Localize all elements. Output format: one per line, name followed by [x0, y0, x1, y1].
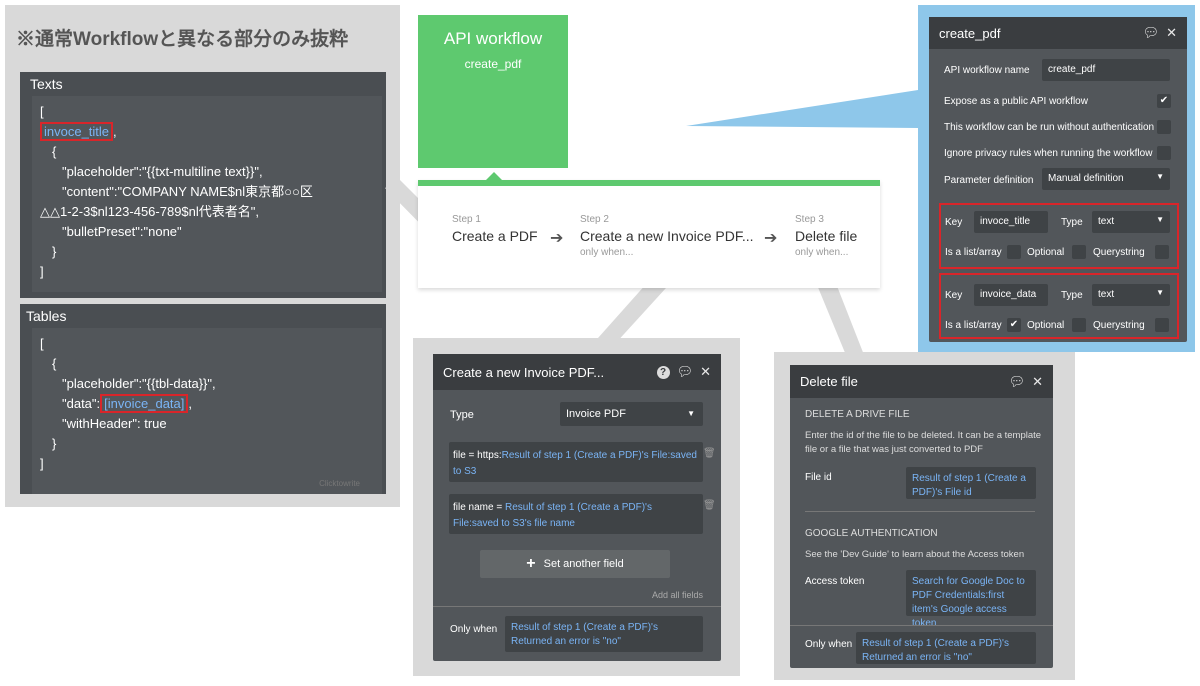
- list-checkbox[interactable]: [1007, 245, 1021, 259]
- type-label: Type: [450, 409, 474, 421]
- help-icon[interactable]: ?: [656, 365, 670, 379]
- step-num: Step 2: [580, 214, 609, 225]
- step-cond: only when...: [795, 247, 849, 258]
- key-input[interactable]: invoice_data: [974, 284, 1048, 306]
- add-all-fields-link[interactable]: Add all fields: [652, 590, 703, 600]
- section-google-auth: GOOGLE AUTHENTICATION: [805, 528, 938, 539]
- list-label: Is a list/array: [945, 247, 1002, 258]
- divider: [433, 606, 721, 607]
- close-icon[interactable]: ✕: [700, 364, 711, 380]
- optional-checkbox[interactable]: [1072, 245, 1086, 259]
- file-id-label: File id: [805, 472, 832, 483]
- green-notch: [486, 172, 502, 180]
- comment-icon[interactable]: 💬︎: [1009, 374, 1026, 390]
- step-cond: only when...: [580, 247, 634, 258]
- api-workflow-title: API workflow: [443, 29, 543, 48]
- step-3[interactable]: Step 3 Delete file only when...: [795, 214, 857, 258]
- key-input[interactable]: invoce_title: [974, 211, 1048, 233]
- no-auth-checkbox[interactable]: [1157, 120, 1171, 134]
- arrow-right-icon: ➔: [764, 230, 778, 247]
- file-field-row[interactable]: file = https:Result of step 1 (Create a …: [449, 442, 703, 482]
- divider: [790, 625, 1053, 626]
- list-checkbox[interactable]: ✔: [1007, 318, 1021, 332]
- type-select[interactable]: text ▼: [1092, 284, 1170, 306]
- optional-label: Optional: [1027, 320, 1065, 331]
- type-select[interactable]: Invoice PDF ▼: [560, 402, 703, 426]
- querystring-checkbox[interactable]: [1155, 245, 1169, 259]
- type-select[interactable]: text ▼: [1092, 211, 1170, 233]
- close-icon[interactable]: ✕: [1166, 25, 1177, 41]
- param-value: Manual definition: [1048, 173, 1124, 184]
- step-num: Step 3: [795, 214, 824, 225]
- querystring-label: Querystring: [1093, 247, 1145, 258]
- name-label: API workflow name: [944, 65, 1030, 76]
- trash-icon[interactable]: 🗑︎: [703, 448, 716, 459]
- access-token-label: Access token: [805, 576, 865, 587]
- type-value: text: [1098, 216, 1115, 227]
- querystring-label: Querystring: [1093, 320, 1145, 331]
- ignore-privacy-checkbox[interactable]: [1157, 146, 1171, 160]
- divider: [805, 511, 1035, 512]
- set-field-label: Set another field: [543, 558, 624, 570]
- field-prefix: file name =: [453, 502, 505, 513]
- chevron-down-icon: ▼: [1156, 288, 1164, 297]
- param-label: Parameter definition: [944, 175, 1034, 186]
- querystring-checkbox[interactable]: [1155, 318, 1169, 332]
- file-id-value[interactable]: Result of step 1 (Create a PDF)'s File i…: [906, 467, 1036, 499]
- panel-title: Create a new Invoice PDF...: [443, 364, 605, 380]
- no-auth-label: This workflow can be run without authent…: [944, 122, 1155, 133]
- comment-icon[interactable]: 💬︎: [677, 364, 694, 380]
- chevron-down-icon: ▼: [1156, 215, 1164, 224]
- delete-header: Delete file 💬︎ ✕: [790, 365, 1053, 398]
- type-value: text: [1098, 289, 1115, 300]
- type-value: Invoice PDF: [566, 408, 626, 420]
- arrow-right-icon: ➔: [550, 230, 564, 247]
- set-another-field-button[interactable]: + Set another field: [480, 550, 670, 578]
- key-label: Key: [945, 217, 963, 228]
- trash-icon[interactable]: 🗑︎: [703, 500, 716, 511]
- step-name: Delete file: [795, 228, 858, 244]
- plus-icon: +: [526, 555, 536, 572]
- api-workflow-box[interactable]: API workflow create_pdf: [418, 15, 568, 168]
- expose-checkbox[interactable]: ✔: [1157, 94, 1171, 108]
- api-workflow-subtitle: create_pdf: [464, 57, 522, 71]
- drive-file-desc: Enter the id of the file to be deleted. …: [805, 430, 1042, 455]
- create-pdf-header: create_pdf 💬︎ ✕: [929, 17, 1187, 49]
- type-label: Type: [1061, 290, 1083, 301]
- step-num: Step 1: [452, 214, 481, 225]
- filename-field-row[interactable]: file name = Result of step 1 (Create a P…: [449, 494, 703, 534]
- optional-label: Optional: [1027, 247, 1065, 258]
- step-name: Create a PDF: [452, 228, 538, 244]
- steps-bar: Step 1 Create a PDF ➔ Step 2 Create a ne…: [418, 172, 880, 288]
- only-when-label: Only when: [450, 624, 498, 635]
- create-pdf-panel: create_pdf 💬︎ ✕ API workflow name create_…: [929, 17, 1187, 342]
- comment-icon[interactable]: 💬︎: [1143, 25, 1160, 41]
- only-when-condition[interactable]: Result of step 1 (Create a PDF)'s Return…: [505, 616, 703, 652]
- step-2[interactable]: Step 2 Create a new Invoice PDF... only …: [580, 214, 754, 258]
- list-label: Is a list/array: [945, 320, 1002, 331]
- workflow-name-input[interactable]: create_pdf: [1042, 59, 1170, 81]
- only-when-condition[interactable]: Result of step 1 (Create a PDF)'s Return…: [856, 632, 1036, 664]
- panel-title: create_pdf: [939, 25, 1001, 41]
- key-label: Key: [945, 290, 963, 301]
- field-prefix: file = https:: [453, 450, 502, 461]
- param-definition-select[interactable]: Manual definition ▼: [1042, 168, 1170, 190]
- access-token-value[interactable]: Search for Google Doc to PDF Credentials…: [906, 570, 1036, 629]
- optional-checkbox[interactable]: [1072, 318, 1086, 332]
- expose-label: Expose as a public API workflow: [944, 96, 1088, 107]
- type-label: Type: [1061, 217, 1083, 228]
- chevron-down-icon: ▼: [1156, 172, 1164, 181]
- step-1[interactable]: Step 1 Create a PDF: [452, 214, 538, 244]
- delete-panel: Delete file 💬︎ ✕ DELETE A DRIVE FILE Ente…: [790, 365, 1053, 668]
- step-name: Create a new Invoice PDF...: [580, 228, 754, 244]
- ignore-privacy-label: Ignore privacy rules when running the wo…: [944, 148, 1153, 159]
- google-auth-desc: See the 'Dev Guide' to learn about the A…: [805, 549, 1025, 560]
- invoice-panel: Create a new Invoice PDF... ? 💬︎ ✕ Type In…: [433, 354, 721, 661]
- panel-title: Delete file: [800, 374, 858, 389]
- only-when-label: Only when: [805, 639, 853, 650]
- section-drive-file: DELETE A DRIVE FILE: [805, 409, 910, 420]
- close-icon[interactable]: ✕: [1032, 374, 1043, 390]
- chevron-down-icon: ▼: [687, 409, 695, 418]
- invoice-header: Create a new Invoice PDF... ? 💬︎ ✕: [433, 354, 721, 390]
